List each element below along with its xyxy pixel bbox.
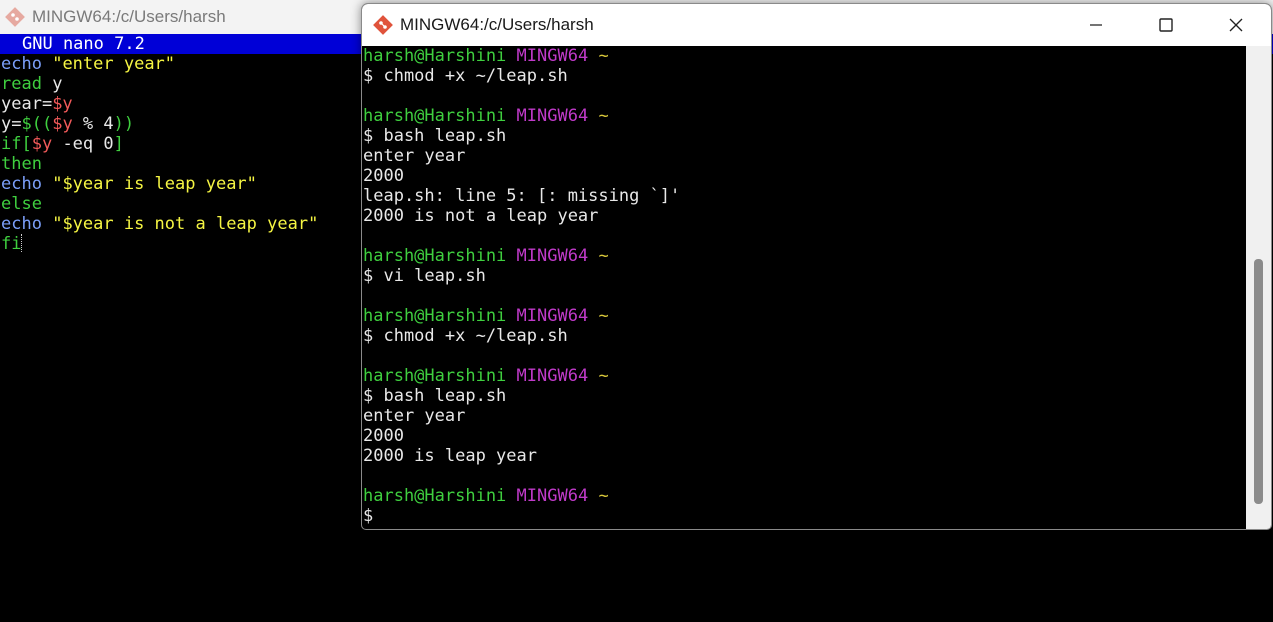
prompt-line: harsh@Harshini MINGW64 ~: [363, 46, 1243, 66]
prompt-user: harsh@Harshini: [363, 46, 507, 66]
nano-version: GNU nano 7.2: [22, 34, 145, 54]
code-line: year=$y: [1, 94, 318, 114]
command-line: $ chmod +x ~/leap.sh: [363, 326, 568, 346]
prompt-dir: ~: [598, 366, 609, 386]
command-line: $ chmod +x ~/leap.sh: [363, 66, 568, 86]
code-token: fi: [1, 234, 22, 254]
code-line: y=$(($y % 4)): [1, 114, 318, 134]
code-token: read: [1, 74, 42, 94]
code-token: if[: [1, 134, 32, 154]
output-line: 2000 is leap year: [363, 446, 537, 466]
prompt-host: MINGW64: [516, 246, 589, 266]
code-token: $y: [31, 134, 53, 154]
code-line: read y: [1, 74, 318, 94]
front-window-title: MINGW64:/c/Users/harsh: [400, 15, 594, 34]
output-line: 2000 is not a leap year: [363, 206, 599, 226]
command-line: $: [363, 506, 374, 526]
code-token: $y: [52, 94, 73, 114]
prompt-user: harsh@Harshini: [363, 106, 507, 126]
scrollbar[interactable]: [1246, 46, 1271, 529]
git-icon: [5, 7, 25, 27]
prompt-dir: ~: [598, 106, 609, 126]
code-token: -eq 0: [52, 134, 114, 154]
back-window-title: MINGW64:/c/Users/harsh: [32, 7, 226, 26]
prompt-line: harsh@Harshini MINGW64 ~: [363, 486, 1243, 506]
prompt-host: MINGW64: [516, 306, 589, 326]
prompt-dir: ~: [598, 486, 609, 506]
prompt-host: MINGW64: [516, 46, 589, 66]
prompt-host: MINGW64: [516, 486, 589, 506]
prompt-user: harsh@Harshini: [363, 366, 507, 386]
window-controls: [1061, 4, 1271, 46]
scrollbar-thumb[interactable]: [1254, 259, 1263, 504]
minimize-button[interactable]: [1061, 4, 1131, 46]
code-token: % 4: [72, 114, 114, 134]
prompt-line: harsh@Harshini MINGW64 ~: [363, 366, 1243, 386]
terminal-output[interactable]: harsh@Harshini MINGW64 ~ $ chmod +x ~/lea…: [363, 46, 1243, 529]
prompt-host: MINGW64: [516, 366, 589, 386]
code-token: "$year is leap year": [52, 174, 257, 194]
output-line: 2000: [363, 166, 404, 186]
output-line: enter year: [363, 406, 466, 426]
code-line: echo "enter year": [1, 54, 318, 74]
prompt-host: MINGW64: [516, 106, 589, 126]
code-line: echo "$year is not a leap year": [1, 214, 318, 234]
bash-terminal-window[interactable]: MINGW64:/c/Users/harsh harsh@Harshini MI…: [361, 3, 1272, 530]
close-icon: [1229, 18, 1243, 32]
output-line: enter year: [363, 146, 466, 166]
prompt-dir: ~: [598, 246, 609, 266]
prompt-user: harsh@Harshini: [363, 246, 507, 266]
code-line: fi: [1, 234, 318, 254]
prompt-user: harsh@Harshini: [363, 486, 507, 506]
command-line: $ bash leap.sh: [363, 386, 507, 406]
code-line: if[$y -eq 0]: [1, 134, 318, 154]
command-line: $ bash leap.sh: [363, 126, 507, 146]
code-token: $((: [21, 114, 53, 134]
close-button[interactable]: [1201, 4, 1271, 46]
code-line: then: [1, 154, 318, 174]
code-token: $y: [52, 114, 73, 134]
prompt-user: harsh@Harshini: [363, 306, 507, 326]
code-line: echo "$year is leap year": [1, 174, 318, 194]
code-token: echo: [1, 214, 42, 234]
prompt-line: harsh@Harshini MINGW64 ~: [363, 106, 1243, 126]
code-token: then: [1, 154, 42, 174]
code-token: )): [113, 114, 135, 134]
command-line: $ vi leap.sh: [363, 266, 486, 286]
code-token: else: [1, 194, 42, 214]
code-token: y=: [1, 114, 22, 134]
prompt-dir: ~: [598, 46, 609, 66]
nano-editor-buffer[interactable]: echo "enter year" read y year=$y y=$(($y % …: [1, 54, 318, 254]
minimize-icon: [1090, 24, 1102, 26]
output-line: 2000: [363, 426, 404, 446]
prompt-line: harsh@Harshini MINGW64 ~: [363, 246, 1243, 266]
maximize-button[interactable]: [1131, 4, 1201, 46]
code-token: echo: [1, 174, 42, 194]
code-token: "$year is not a leap year": [52, 214, 319, 234]
maximize-icon: [1159, 18, 1173, 32]
code-token: "enter year": [52, 54, 176, 74]
output-line: leap.sh: line 5: [: missing `]': [363, 186, 681, 206]
front-window-titlebar[interactable]: MINGW64:/c/Users/harsh: [362, 4, 1271, 46]
prompt-line: harsh@Harshini MINGW64 ~: [363, 306, 1243, 326]
prompt-dir: ~: [598, 306, 609, 326]
code-token: ]: [113, 134, 124, 154]
text-cursor: [21, 234, 23, 252]
code-line: else: [1, 194, 318, 214]
code-token: y: [41, 74, 63, 94]
code-token: echo: [1, 54, 42, 74]
code-token: year=: [1, 94, 53, 114]
git-icon: [373, 15, 393, 35]
